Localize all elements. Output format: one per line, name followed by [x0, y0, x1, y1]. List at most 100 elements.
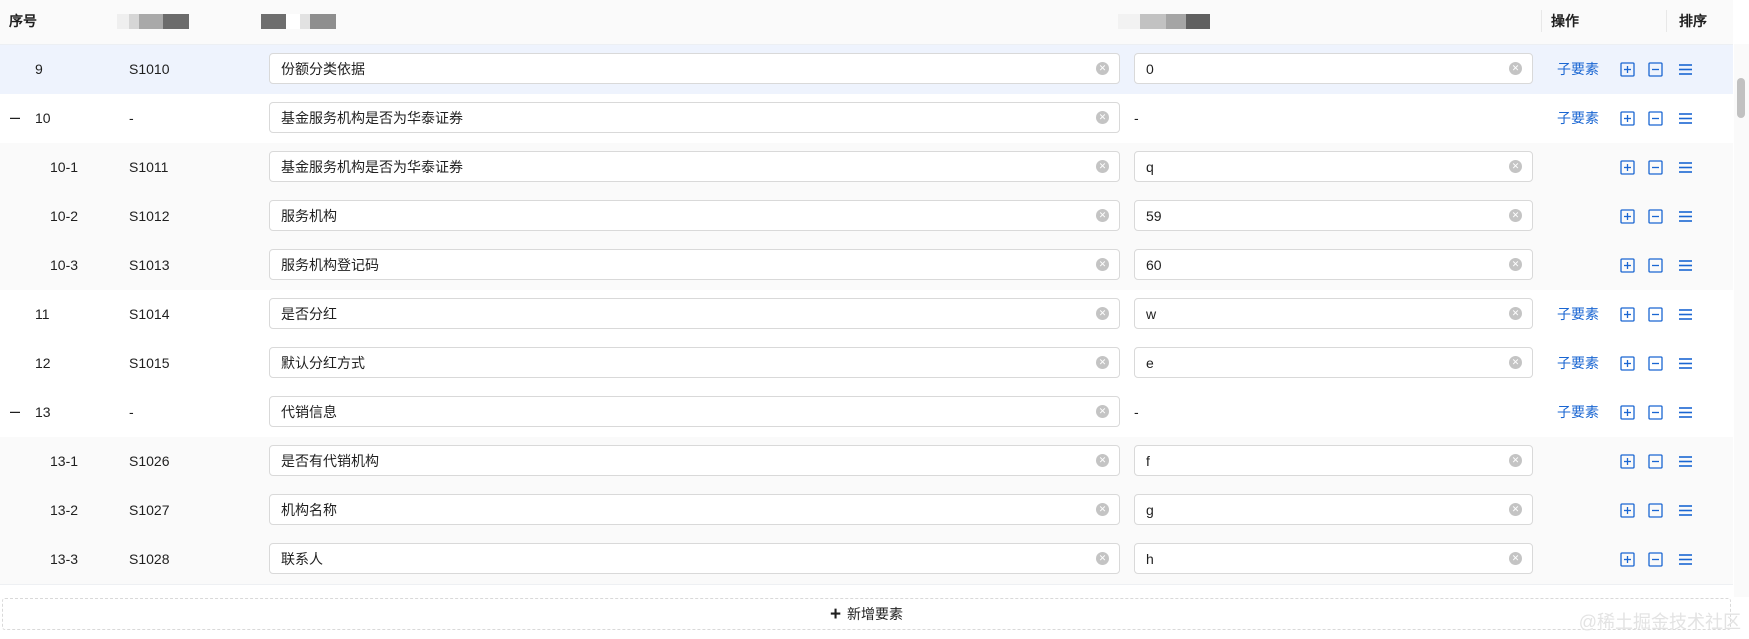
element-name-field[interactable]: ✕ — [269, 347, 1120, 378]
element-name-field[interactable]: ✕ — [269, 543, 1120, 574]
element-value-field[interactable]: ✕ — [1134, 347, 1533, 378]
plus-square-icon[interactable] — [1620, 405, 1635, 420]
minus-square-icon[interactable] — [1648, 160, 1663, 175]
element-name-field[interactable]: ✕ — [269, 494, 1120, 525]
clear-icon[interactable]: ✕ — [1096, 356, 1109, 369]
clear-icon[interactable]: ✕ — [1096, 405, 1109, 418]
minus-square-icon[interactable] — [1648, 356, 1663, 371]
clear-icon[interactable]: ✕ — [1096, 307, 1109, 320]
plus-square-icon[interactable] — [1620, 209, 1635, 224]
clear-icon[interactable]: ✕ — [1096, 552, 1109, 565]
table-row[interactable]: 12 S1015 ✕ ✕ 子要素 — [0, 339, 1733, 389]
plus-square-icon[interactable] — [1620, 258, 1635, 273]
clear-icon[interactable]: ✕ — [1096, 62, 1109, 75]
minus-square-icon[interactable] — [1648, 62, 1663, 77]
sub-element-link[interactable]: 子要素 — [1557, 45, 1599, 94]
minus-square-icon[interactable] — [1648, 307, 1663, 322]
element-value-field[interactable]: ✕ — [1134, 53, 1533, 84]
clear-icon[interactable]: ✕ — [1509, 454, 1522, 467]
table-row[interactable]: 11 S1014 ✕ ✕ 子要素 — [0, 290, 1733, 340]
clear-icon[interactable]: ✕ — [1509, 62, 1522, 75]
minus-square-icon[interactable] — [1648, 503, 1663, 518]
plus-square-icon[interactable] — [1620, 454, 1635, 469]
sub-element-link[interactable]: 子要素 — [1557, 388, 1599, 437]
scrollbar-thumb[interactable] — [1737, 78, 1745, 118]
clear-icon[interactable]: ✕ — [1096, 160, 1109, 173]
plus-square-icon[interactable] — [1620, 62, 1635, 77]
drag-handle-icon[interactable] — [1678, 258, 1693, 273]
element-name-input[interactable] — [270, 299, 1094, 328]
add-element-button[interactable]: + 新增要素 — [2, 598, 1731, 630]
clear-icon[interactable]: ✕ — [1509, 307, 1522, 320]
element-value-field[interactable]: ✕ — [1134, 494, 1533, 525]
element-value-input[interactable] — [1135, 201, 1507, 230]
element-value-input[interactable] — [1135, 495, 1507, 524]
table-row[interactable]: 13-1 S1026 ✕ ✕ — [0, 437, 1733, 487]
table-row[interactable]: 13-3 S1028 ✕ ✕ — [0, 535, 1733, 585]
table-row[interactable]: 9 S1010 ✕ ✕ 子要素 — [0, 45, 1733, 95]
plus-square-icon[interactable] — [1620, 552, 1635, 567]
element-value-input[interactable] — [1135, 54, 1507, 83]
element-name-field[interactable]: ✕ — [269, 298, 1120, 329]
element-name-input[interactable] — [270, 544, 1094, 573]
element-value-field[interactable]: ✕ — [1134, 543, 1533, 574]
element-name-field[interactable]: ✕ — [269, 151, 1120, 182]
sub-element-link[interactable]: 子要素 — [1557, 94, 1599, 143]
drag-handle-icon[interactable] — [1678, 503, 1693, 518]
collapse-icon[interactable]: – — [10, 388, 20, 435]
clear-icon[interactable]: ✕ — [1509, 356, 1522, 369]
drag-handle-icon[interactable] — [1678, 209, 1693, 224]
element-value-field[interactable]: ✕ — [1134, 200, 1533, 231]
element-value-field[interactable]: ✕ — [1134, 445, 1533, 476]
minus-square-icon[interactable] — [1648, 258, 1663, 273]
clear-icon[interactable]: ✕ — [1509, 552, 1522, 565]
collapse-icon[interactable]: – — [10, 94, 20, 141]
clear-icon[interactable]: ✕ — [1509, 160, 1522, 173]
element-value-input[interactable] — [1135, 348, 1507, 377]
sub-element-link[interactable]: 子要素 — [1557, 290, 1599, 339]
element-value-input[interactable] — [1135, 299, 1507, 328]
element-name-field[interactable]: ✕ — [269, 200, 1120, 231]
plus-square-icon[interactable] — [1620, 160, 1635, 175]
clear-icon[interactable]: ✕ — [1509, 258, 1522, 271]
sub-element-link[interactable]: 子要素 — [1557, 339, 1599, 388]
drag-handle-icon[interactable] — [1678, 62, 1693, 77]
drag-handle-icon[interactable] — [1678, 405, 1693, 420]
element-value-field[interactable]: ✕ — [1134, 249, 1533, 280]
element-name-field[interactable]: ✕ — [269, 53, 1120, 84]
element-value-input[interactable] — [1135, 250, 1507, 279]
element-name-input[interactable] — [270, 250, 1094, 279]
table-row[interactable]: 10-2 S1012 ✕ ✕ — [0, 192, 1733, 242]
drag-handle-icon[interactable] — [1678, 454, 1693, 469]
table-row[interactable]: –13 - ✕ - 子要素 — [0, 388, 1733, 438]
clear-icon[interactable]: ✕ — [1509, 503, 1522, 516]
element-name-field[interactable]: ✕ — [269, 396, 1120, 427]
drag-handle-icon[interactable] — [1678, 160, 1693, 175]
plus-square-icon[interactable] — [1620, 111, 1635, 126]
minus-square-icon[interactable] — [1648, 405, 1663, 420]
element-value-input[interactable] — [1135, 446, 1507, 475]
element-value-field[interactable]: ✕ — [1134, 298, 1533, 329]
clear-icon[interactable]: ✕ — [1096, 209, 1109, 222]
table-row[interactable]: –10 - ✕ - 子要素 — [0, 94, 1733, 144]
element-name-input[interactable] — [270, 103, 1094, 132]
element-value-input[interactable] — [1135, 152, 1507, 181]
clear-icon[interactable]: ✕ — [1096, 111, 1109, 124]
clear-icon[interactable]: ✕ — [1096, 454, 1109, 467]
element-name-input[interactable] — [270, 152, 1094, 181]
table-row[interactable]: 10-3 S1013 ✕ ✕ — [0, 241, 1733, 291]
minus-square-icon[interactable] — [1648, 111, 1663, 126]
clear-icon[interactable]: ✕ — [1509, 209, 1522, 222]
plus-square-icon[interactable] — [1620, 356, 1635, 371]
element-name-field[interactable]: ✕ — [269, 102, 1120, 133]
drag-handle-icon[interactable] — [1678, 552, 1693, 567]
element-name-field[interactable]: ✕ — [269, 249, 1120, 280]
element-value-field[interactable]: ✕ — [1134, 151, 1533, 182]
minus-square-icon[interactable] — [1648, 454, 1663, 469]
element-name-input[interactable] — [270, 348, 1094, 377]
plus-square-icon[interactable] — [1620, 307, 1635, 322]
clear-icon[interactable]: ✕ — [1096, 503, 1109, 516]
element-name-field[interactable]: ✕ — [269, 445, 1120, 476]
drag-handle-icon[interactable] — [1678, 111, 1693, 126]
element-name-input[interactable] — [270, 201, 1094, 230]
